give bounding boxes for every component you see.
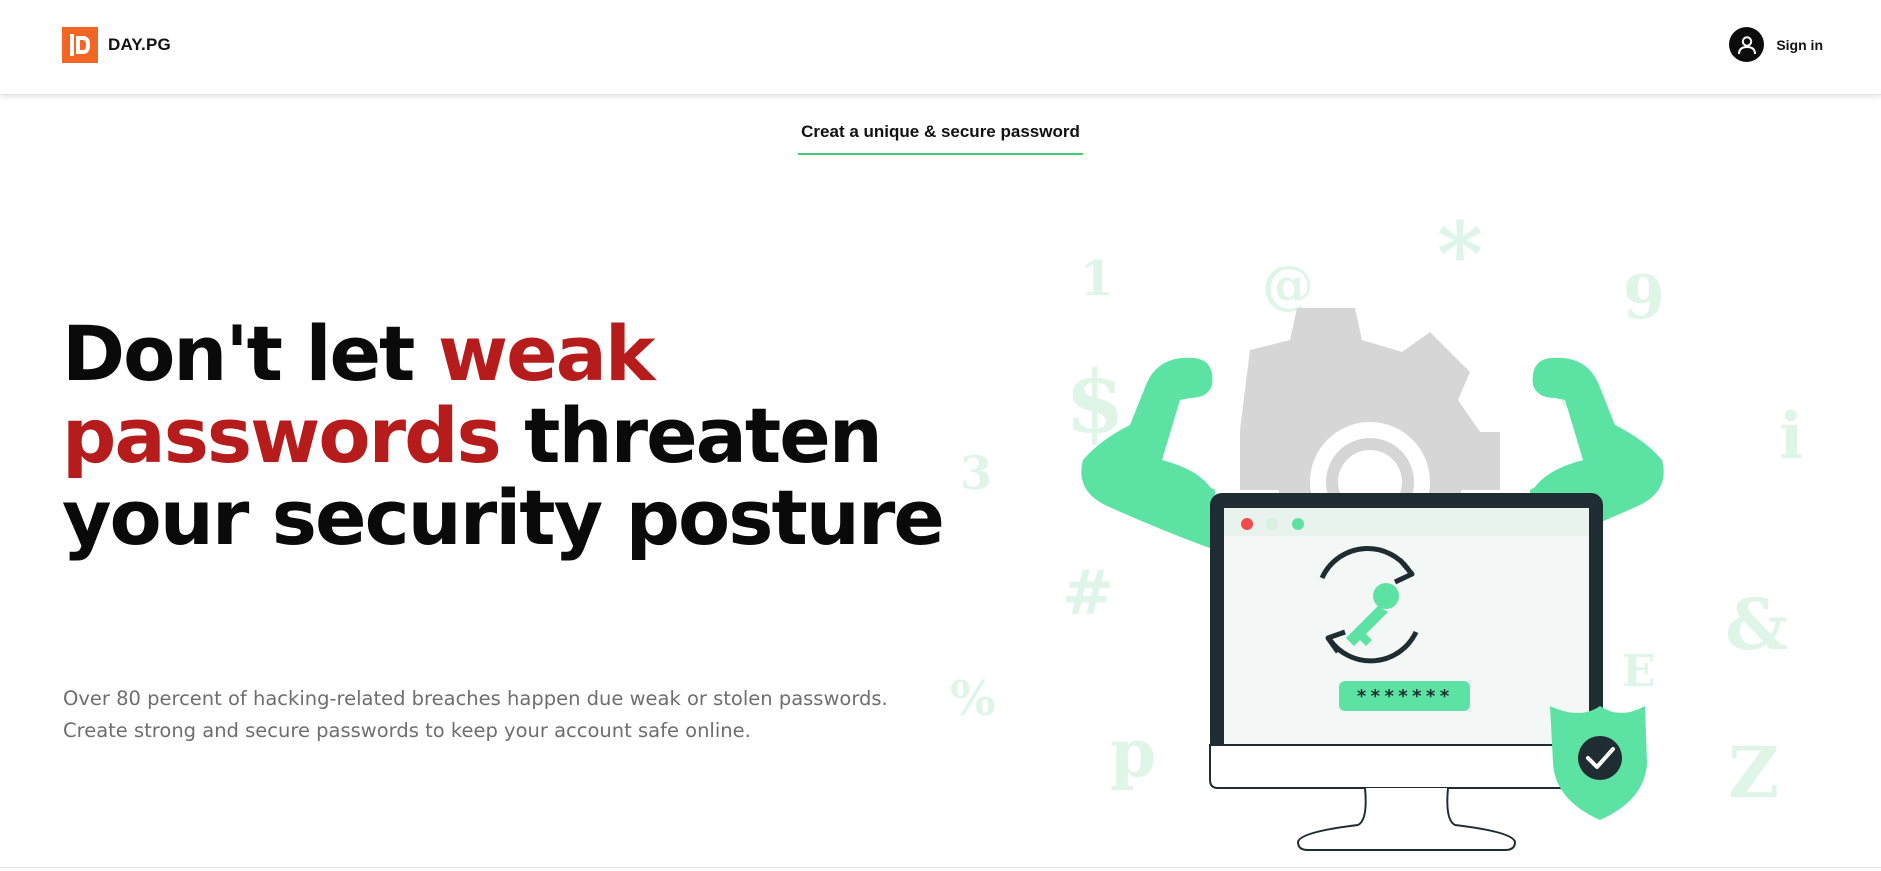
subtext-line-2: Create strong and secure passwords to ke… <box>63 719 751 742</box>
page-divider <box>0 867 1881 868</box>
tab-create-password[interactable]: Creat a unique & secure password <box>798 122 1083 155</box>
logo-icon <box>62 27 98 63</box>
left-arm-icon <box>1081 357 1215 550</box>
shield-check-icon <box>1550 706 1647 820</box>
headline-part-1: Don't let <box>62 309 438 398</box>
sign-in-label: Sign in <box>1776 36 1823 53</box>
sign-in-button[interactable]: Sign in <box>1729 27 1823 62</box>
security-illustration: 1 @ * 9 $ a i 3 # & E % p Z <box>940 200 1880 871</box>
computer-strength-graphic <box>1081 308 1664 851</box>
subtext-line-1: Over 80 percent of hacking-related breac… <box>63 687 888 710</box>
tab-bar: Creat a unique & secure password <box>0 95 1881 155</box>
site-header: DAY.PG Sign in <box>0 0 1881 95</box>
monitor-icon <box>1209 493 1604 851</box>
brand-logo-link[interactable]: DAY.PG <box>62 27 171 63</box>
user-icon <box>1729 27 1765 62</box>
hero-headline: Don't let weak passwords threaten your s… <box>62 313 962 559</box>
password-mask: ******* <box>1356 686 1453 707</box>
brand-name: DAY.PG <box>108 35 171 54</box>
hero-subtext: Over 80 percent of hacking-related breac… <box>63 683 943 747</box>
